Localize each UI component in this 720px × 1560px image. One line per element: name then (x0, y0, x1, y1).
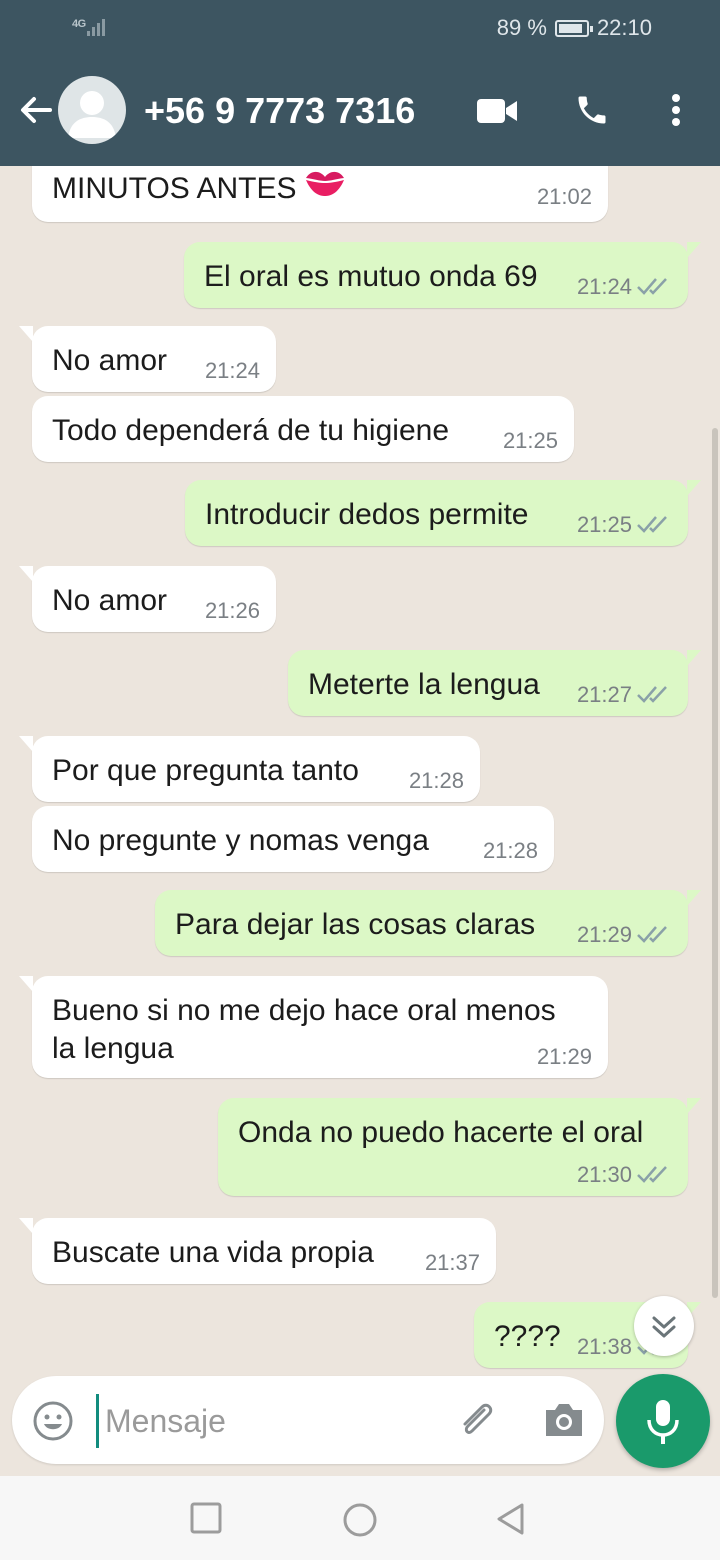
home-icon[interactable] (342, 1502, 378, 1538)
contact-name[interactable]: +56 9 7773 7316 (144, 90, 415, 132)
message-incoming[interactable]: Bueno si no me dejo hace oral menos la l… (19, 976, 608, 1078)
message-time: 21:25 (502, 428, 558, 453)
message-text: Introducir dedos permite (205, 498, 529, 531)
message-outgoing[interactable]: Introducir dedos permite 21:25 (185, 480, 701, 546)
battery-percent: 89 % (496, 15, 547, 40)
status-right: 89 % 22:10 (497, 15, 652, 41)
message-incoming[interactable]: No amor 21:26 (19, 566, 276, 632)
message-text: No pregunte y nomas venga (52, 824, 429, 857)
message-incoming[interactable]: Buscate una vida propia 21:37 (19, 1218, 496, 1284)
read-ticks-icon (637, 686, 667, 703)
message-incoming[interactable]: No pregunte y nomas venga 21:28 (32, 806, 554, 872)
recents-icon[interactable] (190, 1502, 222, 1534)
message-outgoing[interactable]: Onda no puedo hacerte el oral 21:30 (218, 1098, 701, 1196)
message-text: Onda no puedo hacerte el oral (238, 1116, 644, 1149)
read-ticks-icon (637, 278, 667, 295)
emoji-icon[interactable] (32, 1400, 74, 1442)
message-time: 21:29 (536, 1044, 592, 1069)
message-time: 21:28 (408, 768, 464, 793)
message-time: 21:02 (536, 184, 592, 209)
message-incoming[interactable]: Por que pregunta tanto 21:28 (19, 736, 480, 802)
phone-icon[interactable] (574, 92, 610, 128)
video-call-icon[interactable] (476, 96, 518, 126)
chevron-double-down-icon (652, 1316, 676, 1338)
network-type: 4G (72, 18, 86, 30)
back-nav-icon[interactable] (494, 1502, 528, 1536)
message-outgoing[interactable]: Meterte la lengua 21:27 (288, 650, 701, 716)
battery-level (558, 23, 582, 33)
avatar[interactable] (58, 76, 126, 144)
message-time: 21:29 (576, 922, 632, 947)
message-time: 21:25 (576, 512, 632, 537)
clock: 22:10 (596, 15, 652, 40)
message-time: 21:27 (576, 682, 632, 707)
message-time: 21:26 (204, 598, 260, 623)
message-incoming[interactable]: MINUTOS ANTES 21:02 (32, 166, 608, 222)
message-incoming[interactable]: Todo dependerá de tu higiene 21:25 (32, 396, 574, 462)
message-text: No amor (52, 584, 168, 617)
chat-header: +56 9 7773 7316 (0, 56, 720, 166)
message-outgoing[interactable]: El oral es mutuo onda 69 21:24 (184, 242, 701, 308)
message-time: 21:37 (424, 1250, 480, 1275)
message-list[interactable]: MINUTOS ANTES 21:02 El oral es mutuo ond… (0, 166, 720, 1376)
message-time: 21:28 (482, 838, 538, 863)
more-vert-icon[interactable] (668, 92, 684, 128)
message-text: Meterte la lengua (308, 668, 540, 701)
message-outgoing[interactable]: Para dejar las cosas claras 21:29 (155, 890, 701, 956)
mic-button[interactable] (616, 1374, 710, 1468)
camera-icon[interactable] (542, 1400, 586, 1440)
message-text: El oral es mutuo onda 69 (204, 260, 538, 293)
message-time: 21:30 (576, 1162, 632, 1187)
person-icon (68, 91, 116, 138)
message-incoming[interactable]: No amor 21:24 (19, 326, 276, 392)
message-time: 21:24 (576, 274, 632, 299)
message-time: 21:24 (204, 358, 260, 383)
read-ticks-icon (637, 516, 667, 533)
message-text: Buscate una vida propia (52, 1236, 374, 1269)
kiss-mark-icon (306, 171, 344, 196)
microphone-icon (647, 1400, 679, 1444)
system-nav-bar (0, 1476, 720, 1560)
paperclip-icon[interactable] (454, 1398, 500, 1444)
message-composer (12, 1376, 604, 1464)
message-text: Bueno si no me dejo hace oral menos la l… (52, 994, 556, 1065)
message-text: Todo dependerá de tu higiene (52, 414, 450, 447)
message-time: 21:38 (576, 1334, 632, 1359)
message-text: Por que pregunta tanto (52, 754, 359, 787)
battery-icon (554, 19, 593, 37)
read-ticks-icon (637, 926, 667, 943)
message-input[interactable] (96, 1394, 447, 1448)
status-bar: 4G 89 % 22:10 (0, 0, 720, 56)
message-text: No amor (52, 344, 168, 377)
read-ticks-icon (637, 1166, 667, 1183)
chat-scrollbar[interactable] (712, 428, 718, 1298)
scroll-to-bottom-button[interactable] (634, 1296, 694, 1356)
message-text: ???? (494, 1320, 561, 1353)
message-text: Para dejar las cosas claras (175, 908, 536, 941)
message-text: MINUTOS ANTES (52, 172, 297, 205)
signal-icon (87, 19, 105, 36)
arrow-left-icon[interactable] (16, 90, 56, 130)
